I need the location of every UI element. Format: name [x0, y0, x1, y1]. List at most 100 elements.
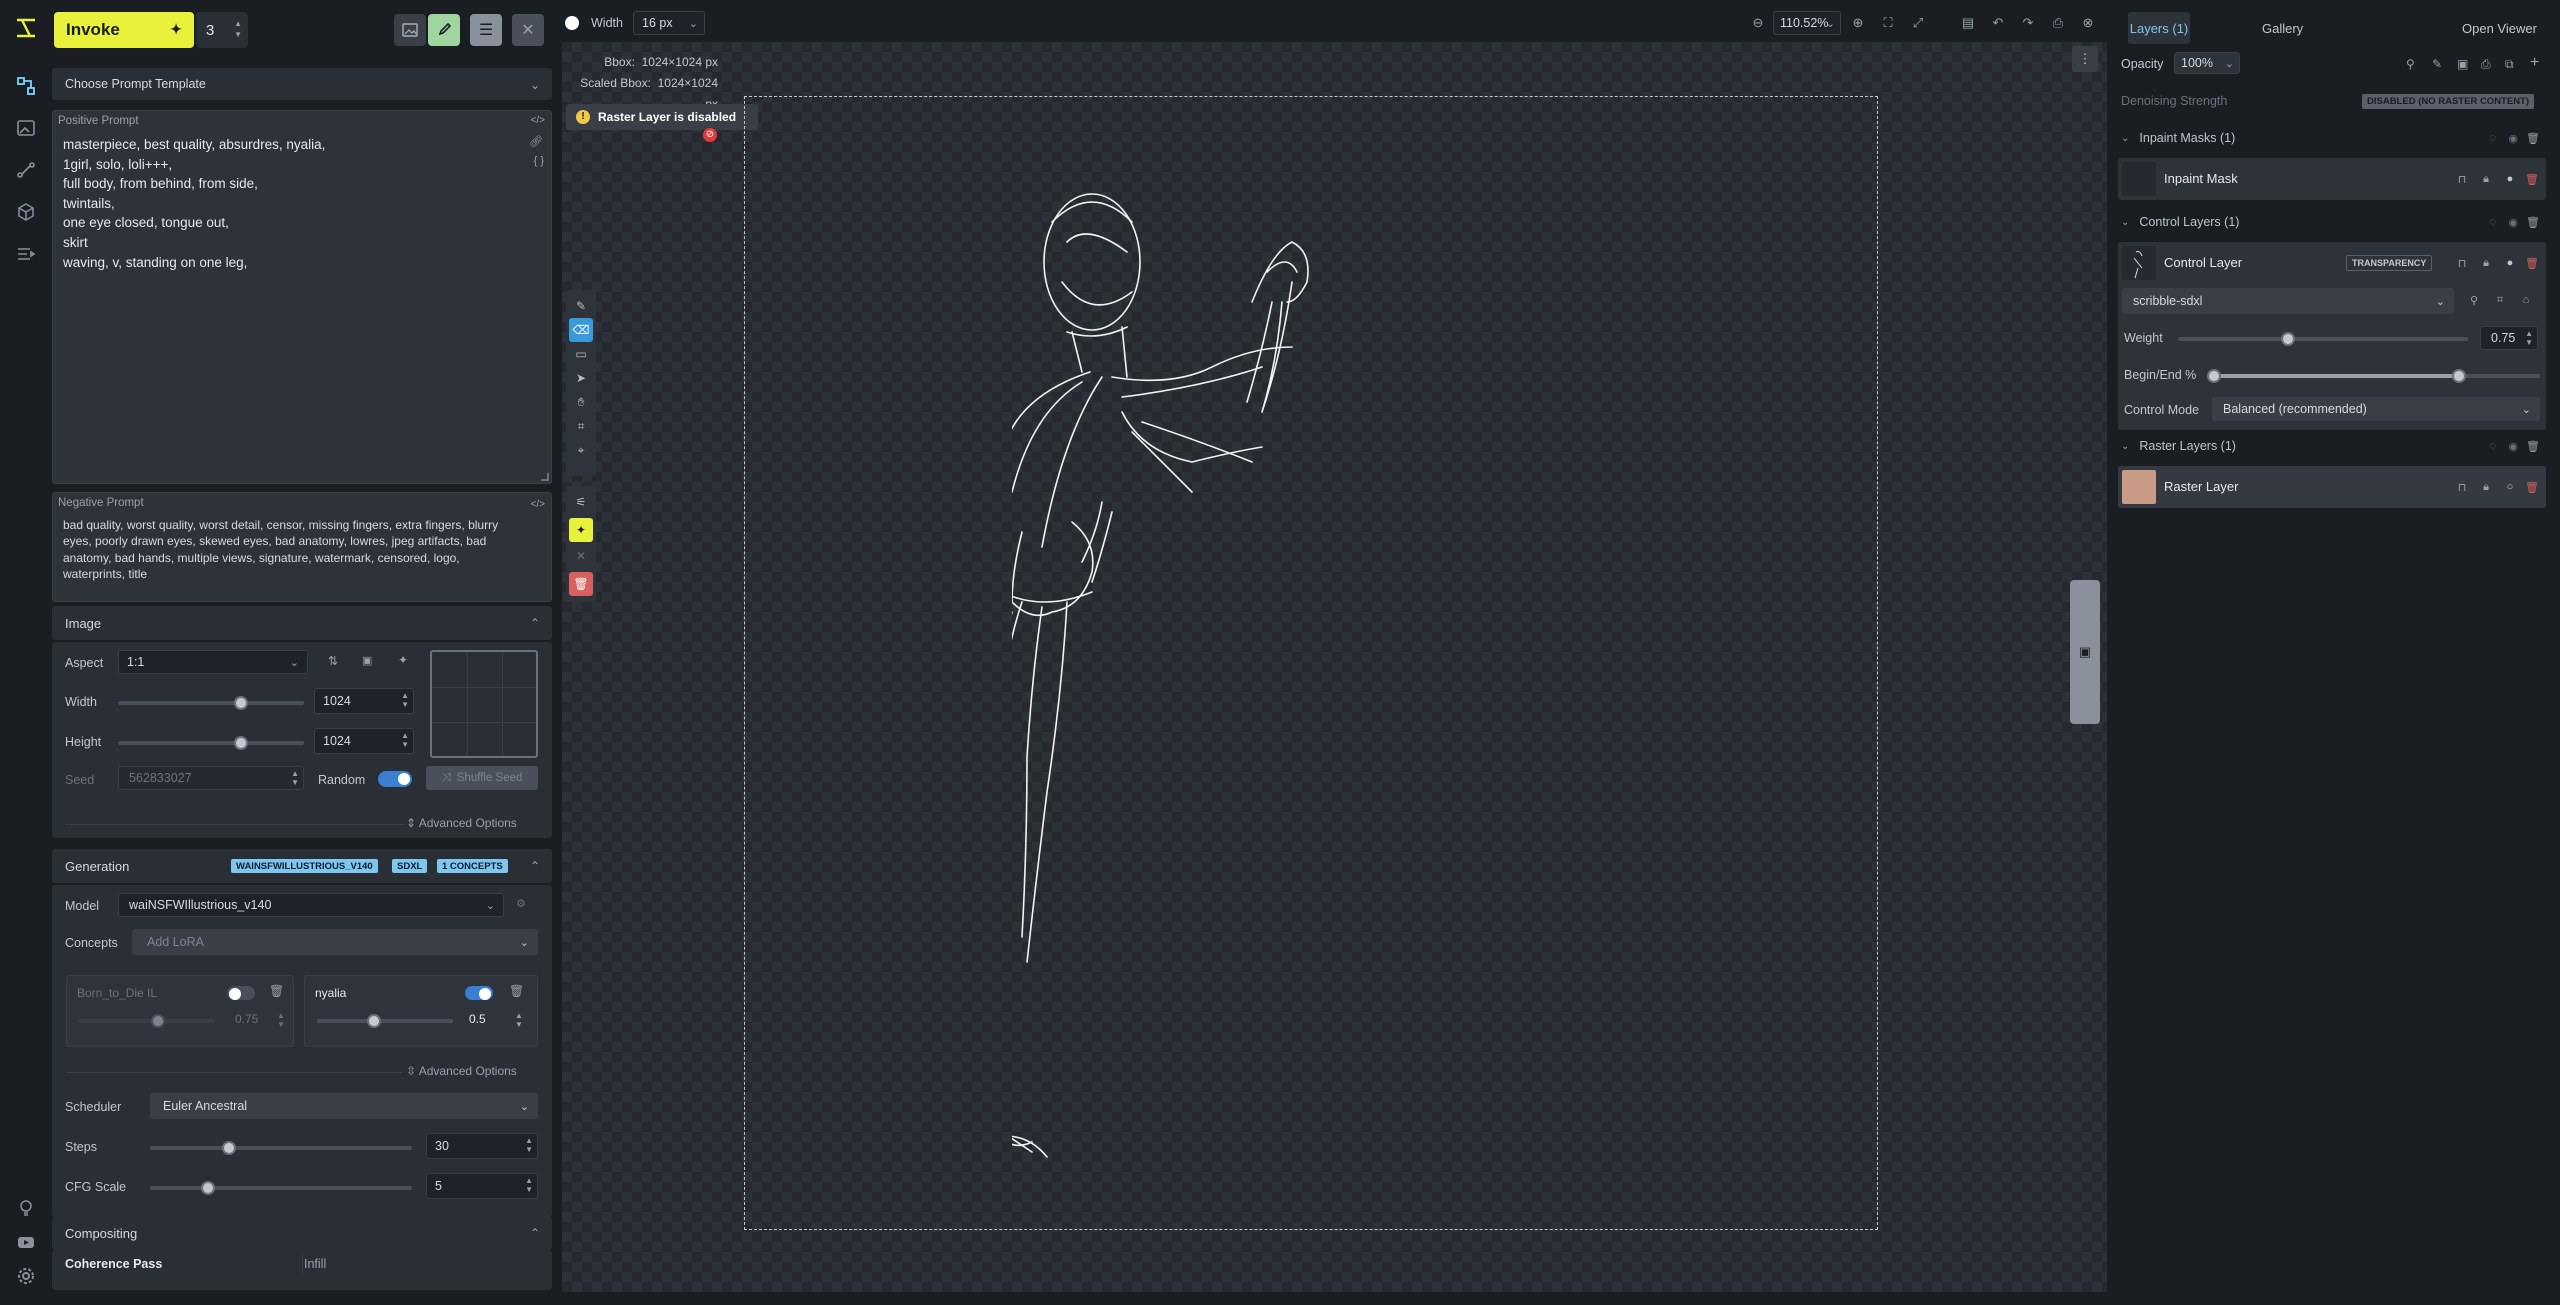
visibility-off-circle-icon[interactable]: ○: [2502, 479, 2518, 495]
model-settings-icon[interactable]: ⚙: [516, 897, 526, 910]
trash-icon[interactable]: 🗑︎: [509, 984, 524, 998]
trash-icon[interactable]: 🗑︎: [2526, 440, 2540, 453]
height-slider[interactable]: [118, 741, 304, 745]
reset-icon[interactable]: ⊗: [2079, 14, 2097, 32]
add-lora-select[interactable]: Add LoRA ⌄: [132, 929, 538, 955]
negative-prompt-text[interactable]: bad quality, worst quality, worst detail…: [63, 517, 518, 583]
lora-weight-thumb[interactable]: [151, 1014, 165, 1028]
eye-icon[interactable]: ◉: [2508, 216, 2518, 229]
save-icon[interactable]: ▤: [1959, 14, 1977, 32]
opacity-select[interactable]: 100% ⌄: [2174, 52, 2240, 74]
brush-tool-icon[interactable]: ✎: [569, 294, 593, 318]
lora-weight-thumb[interactable]: [367, 1014, 381, 1028]
filters-icon[interactable]: ⚟: [569, 490, 593, 514]
trash-icon[interactable]: 🗑︎: [2524, 171, 2540, 187]
extract-icon[interactable]: ⌂: [2518, 292, 2534, 308]
clear-trash-icon[interactable]: 🗑︎: [569, 572, 593, 596]
lora-weight-value[interactable]: 0.5: [469, 1012, 486, 1026]
export-icon[interactable]: ⎙: [2049, 14, 2067, 32]
lora-weight-slider[interactable]: [79, 1019, 215, 1023]
weight-slider-thumb[interactable]: [2281, 332, 2296, 346]
save-layer-icon[interactable]: ⎙: [2481, 57, 2491, 72]
cancel-icon[interactable]: ✕: [569, 544, 593, 568]
fit-to-screen-icon[interactable]: ⛶: [1879, 14, 1897, 32]
coherence-pass-tab[interactable]: Coherence Pass: [65, 1257, 162, 1271]
bbox-tool-icon[interactable]: ⌗: [569, 414, 593, 438]
lora-weight-value[interactable]: 0.75: [235, 1012, 258, 1026]
trash-icon[interactable]: 🗑︎: [269, 984, 284, 998]
positive-prompt-box[interactable]: Positive Prompt </> 🔗︎ { } masterpiece, …: [52, 110, 552, 484]
lora-toggle[interactable]: [227, 986, 255, 1000]
brush-mode-button[interactable]: [428, 14, 460, 46]
prompt-template-select[interactable]: Choose Prompt Template ⌄: [52, 68, 552, 100]
visibility-dot-icon[interactable]: ●: [2502, 171, 2518, 187]
fit-bbox-icon[interactable]: ⤢: [1909, 14, 1927, 32]
swap-dimensions-icon[interactable]: ⇅: [328, 654, 338, 668]
control-layers-group[interactable]: ⌄ Control Layers (1) ◌ ◉ 🗑︎: [2118, 210, 2546, 234]
trash-icon[interactable]: 🗑︎: [2526, 216, 2540, 229]
trash-icon[interactable]: 🗑︎: [2524, 479, 2540, 495]
inpaint-masks-group[interactable]: ⌄ Inpaint Masks (1) ◉ 🗑︎ ◌: [2118, 126, 2546, 150]
eye-icon[interactable]: ◉: [2508, 132, 2518, 145]
upscale-tab-icon[interactable]: [12, 114, 40, 142]
height-slider-thumb[interactable]: [233, 736, 248, 750]
cfg-slider[interactable]: [150, 1186, 412, 1190]
width-slider-thumb[interactable]: [233, 696, 248, 710]
bookmark-icon[interactable]: ⊓: [2454, 255, 2470, 271]
undo-icon[interactable]: ↶: [1989, 14, 2007, 32]
steps-input[interactable]: 30 ▲ ▼: [426, 1133, 538, 1159]
lock-icon[interactable]: ◌: [2489, 440, 2496, 452]
staging-panel-toggle[interactable]: ▣: [2070, 580, 2100, 724]
width-slider[interactable]: [118, 701, 304, 705]
lock-icon[interactable]: 🔒︎: [2478, 171, 2494, 187]
cfg-input[interactable]: 5 ▲ ▼: [426, 1173, 538, 1199]
filter-icon[interactable]: ⌗: [2492, 292, 2508, 308]
aspect-select[interactable]: 1:1 ⌄: [118, 650, 308, 674]
open-viewer-button[interactable]: Open Viewer: [2462, 21, 2537, 36]
add-reference-icon[interactable]: ⚲: [2406, 57, 2415, 71]
raster-layers-group[interactable]: ⌄ Raster Layers (1) ◌ ◉ 🗑︎: [2118, 434, 2546, 458]
weight-input[interactable]: 0.75 ▲ ▼: [2480, 326, 2538, 350]
seed-input[interactable]: 562833027 ▲ ▼: [118, 766, 304, 790]
lock-icon[interactable]: 🔒︎: [2478, 255, 2494, 271]
trash-icon[interactable]: 🗑︎: [2526, 132, 2540, 145]
trash-icon[interactable]: 🗑︎: [2524, 255, 2540, 271]
canvas-area[interactable]: Bbox: 1024×1024 px Scaled Bbox: 1024×102…: [562, 42, 2107, 1292]
model-select[interactable]: waiNSFWIllustrious_v140 ⌄: [118, 893, 504, 917]
resize-handle[interactable]: [541, 473, 549, 481]
compositing-section-header[interactable]: Compositing ⌃: [52, 1216, 552, 1250]
positive-prompt-text[interactable]: masterpiece, best quality, absurdres, ny…: [63, 135, 503, 272]
eye-icon[interactable]: ◉: [2508, 440, 2518, 453]
steps-slider-thumb[interactable]: [221, 1141, 236, 1155]
add-mask-icon[interactable]: ▣: [2457, 57, 2468, 71]
height-input[interactable]: 1024 ▲ ▼: [314, 728, 414, 754]
weight-slider[interactable]: [2178, 337, 2468, 341]
merge-icon[interactable]: ✎: [2432, 57, 2442, 71]
bookmark-icon[interactable]: ⊓: [2454, 171, 2470, 187]
lora-weight-slider[interactable]: [317, 1019, 453, 1023]
lock-icon[interactable]: 🔒︎: [2478, 479, 2494, 495]
random-seed-toggle[interactable]: [378, 771, 412, 787]
queue-tab-icon[interactable]: [12, 240, 40, 268]
brush-width-select[interactable]: 16 px ⌄: [633, 11, 705, 35]
settings-gear-icon[interactable]: [12, 1262, 40, 1290]
menu-button[interactable]: ☰: [470, 14, 502, 46]
begin-thumb[interactable]: [2207, 369, 2221, 383]
duplicate-icon[interactable]: ⧉: [2505, 57, 2514, 72]
zoom-out-icon[interactable]: ⊖: [1749, 14, 1767, 32]
steps-slider[interactable]: [150, 1146, 412, 1150]
bookmark-icon[interactable]: ⊓: [2454, 479, 2470, 495]
infill-tab[interactable]: Infill: [304, 1257, 326, 1271]
image-section-header[interactable]: Image ⌃: [52, 606, 552, 640]
rectangle-tool-icon[interactable]: ▭: [569, 342, 593, 366]
redo-icon[interactable]: ↷: [2019, 14, 2037, 32]
image-advanced-options[interactable]: ⇕ Advanced Options: [406, 816, 517, 830]
generation-advanced-options[interactable]: ⇳ Advanced Options: [406, 1064, 517, 1078]
control-model-select[interactable]: scribble-sdxl ⌄: [2122, 288, 2454, 314]
braces-icon[interactable]: { }: [534, 155, 544, 167]
invoke-button[interactable]: Invoke ✦: [54, 12, 194, 48]
zoom-select[interactable]: 110.52% ⌄: [1773, 11, 1841, 35]
width-input[interactable]: 1024 ▲ ▼: [314, 688, 414, 714]
link-icon[interactable]: 🔗︎: [529, 135, 543, 148]
control-mode-select[interactable]: Balanced (recommended) ⌄: [2212, 397, 2540, 421]
